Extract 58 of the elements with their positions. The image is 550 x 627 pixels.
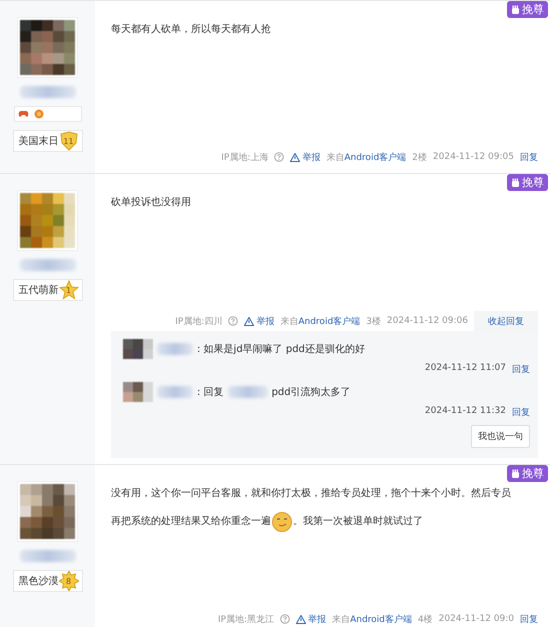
warning-icon	[290, 152, 300, 162]
report-link[interactable]: 举报	[244, 314, 274, 328]
level-badge: 11	[58, 131, 78, 151]
reply-link[interactable]: 回复	[512, 363, 530, 376]
reply-button[interactable]: 收起回复	[474, 310, 538, 332]
source-label: 来自Android客户端	[326, 152, 406, 164]
ip-location: IP属地:四川	[175, 316, 222, 328]
comment-time: 2024-11-12 11:07	[424, 363, 506, 375]
post-text: 砍单投诉也没得用	[111, 196, 191, 209]
post-time: 2024-11-12 09:06	[386, 316, 468, 326]
report-link[interactable]: 举报	[296, 612, 326, 626]
blurred-name	[157, 343, 193, 355]
comment-time: 2024-11-12 11:32	[424, 406, 506, 418]
hand-icon	[511, 4, 520, 14]
medal-icon	[34, 109, 44, 119]
level-badge: 8	[58, 571, 78, 591]
tag-badge[interactable]: 挽尊	[507, 174, 548, 191]
user-title: 美国末日	[18, 134, 58, 148]
help-icon[interactable]	[280, 614, 290, 624]
blurred-name	[20, 86, 76, 98]
hand-icon	[511, 468, 520, 478]
ip-location: IP属地:上海	[221, 152, 268, 164]
gamepad-icon	[18, 110, 28, 118]
warning-icon	[244, 316, 254, 326]
level-badge: 1	[58, 280, 78, 300]
say-something-button[interactable]: 我也说一句	[471, 425, 530, 448]
post-text: : 回复	[197, 386, 224, 399]
user-title: 五代萌新	[18, 284, 58, 297]
source-label: 来自Android客户端	[280, 316, 360, 328]
floor-number: 2楼	[412, 152, 427, 164]
source-label: 来自Android客户端	[332, 614, 412, 626]
user-title: 黑色沙漠	[18, 574, 58, 588]
warning-icon	[296, 614, 306, 624]
reply-button[interactable]: 回复	[520, 608, 538, 627]
help-icon[interactable]	[228, 316, 238, 326]
blurred-name	[228, 386, 268, 398]
reply-button[interactable]: 回复	[520, 146, 538, 168]
post-text: pdd引流狗太多了	[272, 386, 351, 399]
post-text: 每天都有人砍单，所以每天都有人抢	[111, 22, 271, 36]
blurred-name	[20, 259, 76, 271]
post-text: : 如果是jd早闹嘛了 pdd还是驯化的好	[197, 342, 365, 356]
hand-icon	[511, 178, 520, 188]
post-text: 没有用，这个你一问平台客服，就和你打太极，推给专员处理，拖个十来个小时。然后专员	[111, 486, 511, 500]
tag-badge[interactable]: 挽尊	[507, 465, 548, 482]
blurred-name	[20, 550, 76, 562]
emoji-icon	[271, 510, 293, 532]
tag-badge[interactable]: 挽尊	[507, 1, 548, 18]
floor-number: 4楼	[418, 614, 433, 626]
report-link[interactable]: 举报	[290, 150, 320, 164]
post-time: 2024-11-12 09:0	[438, 614, 514, 624]
post-time: 2024-11-12 09:05	[432, 152, 514, 162]
floor-number: 3楼	[366, 316, 381, 328]
reply-link[interactable]: 回复	[512, 406, 530, 419]
help-icon[interactable]	[274, 152, 284, 162]
ip-location: IP属地:黑龙江	[218, 614, 274, 626]
post-text: 。我第一次被退单时就试过了	[293, 514, 423, 528]
post-text: 再把系统的处理结果又给你重念一遍	[111, 514, 271, 528]
blurred-name	[157, 386, 193, 398]
